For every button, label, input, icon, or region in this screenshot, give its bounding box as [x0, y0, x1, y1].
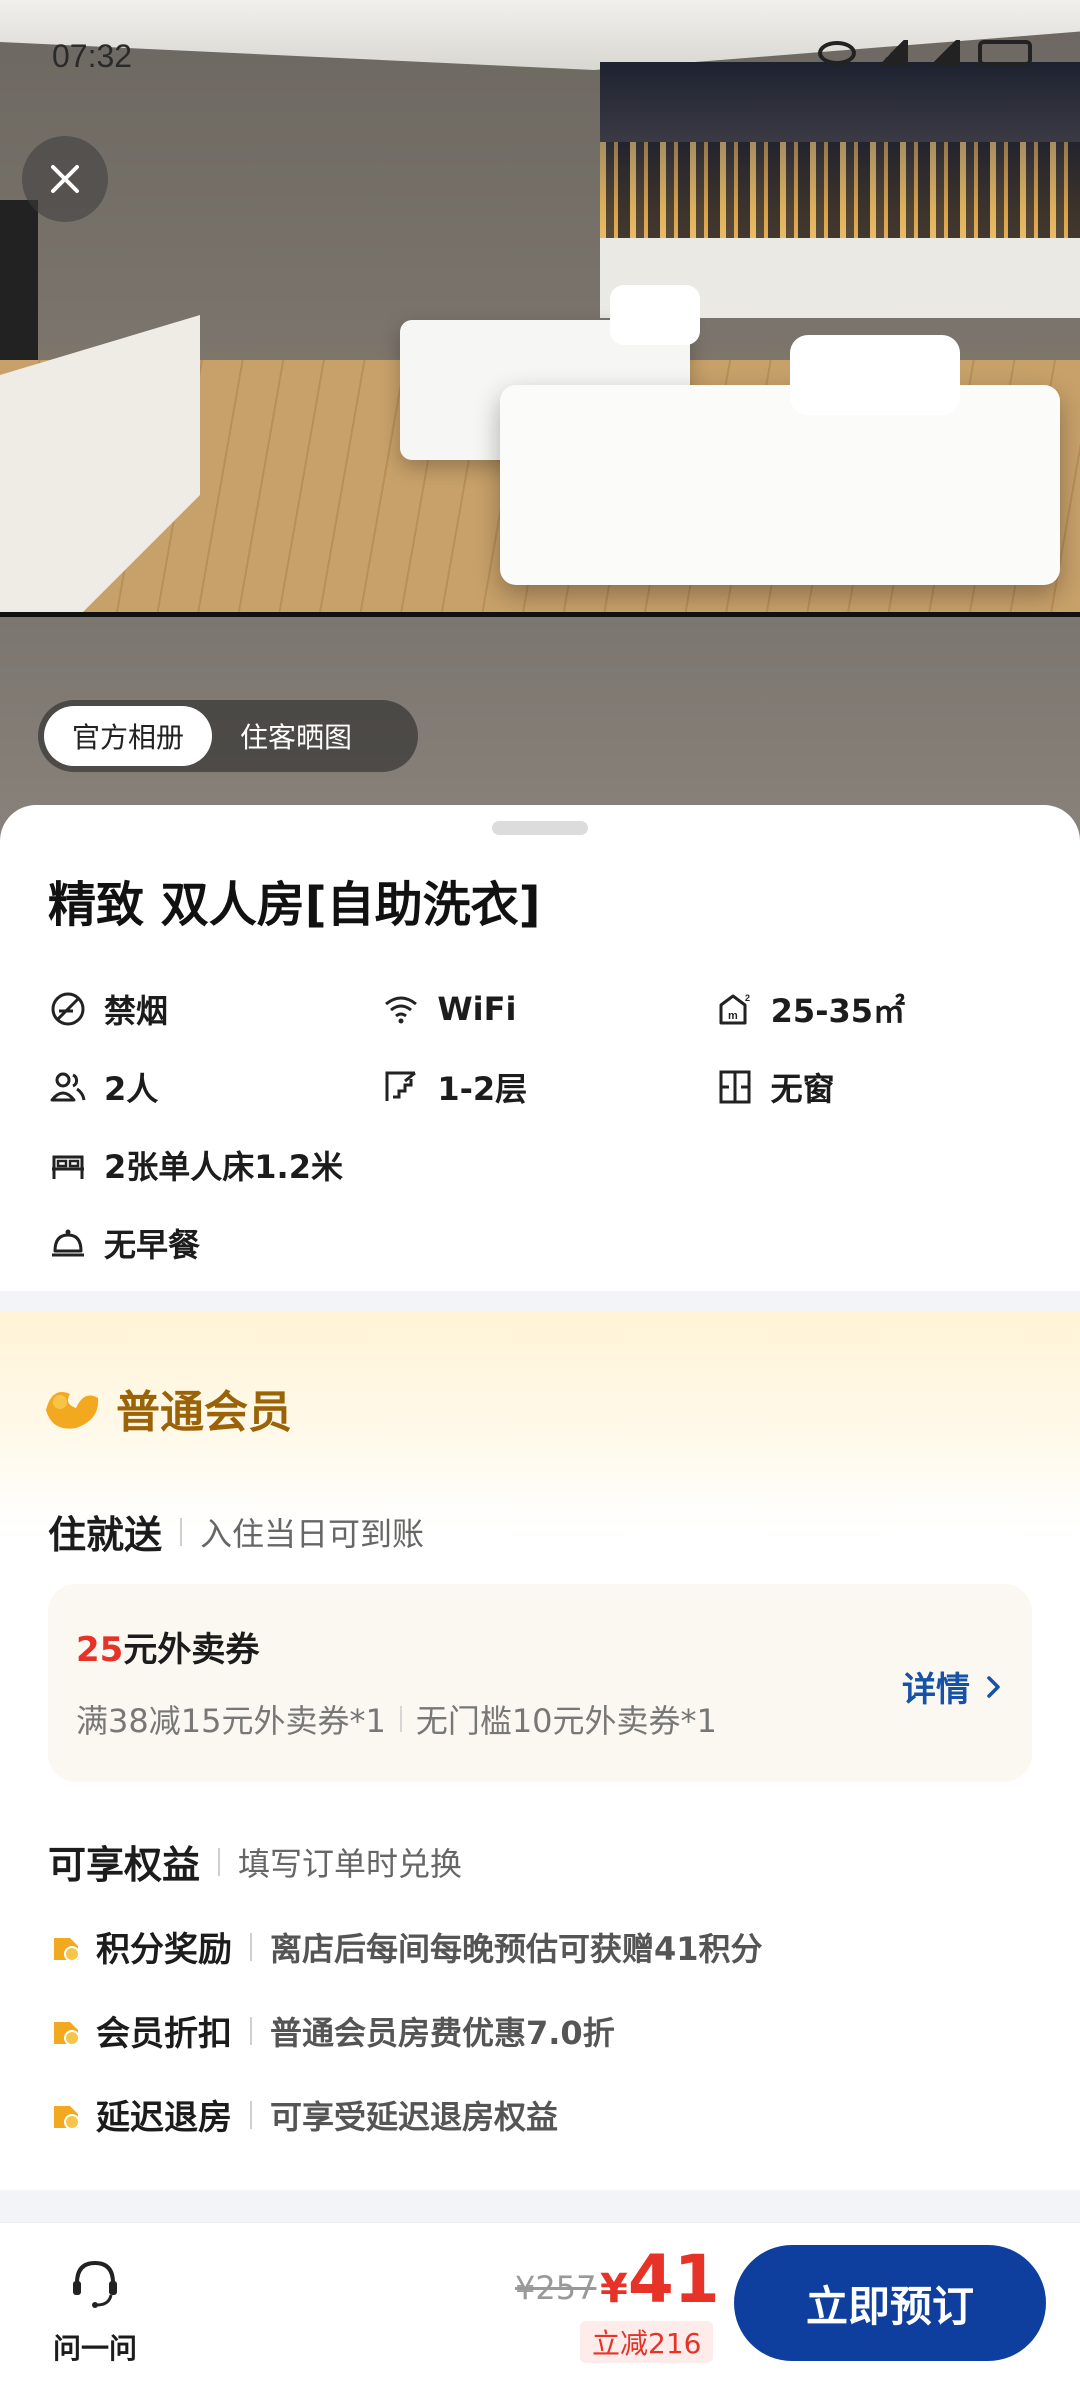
wifi-icon — [385, 996, 418, 1024]
coupon-card[interactable]: 25元外卖券 满38减15元外卖券*1 无门槛10元外卖券*1 详情 — [48, 1584, 1032, 1782]
photo-city-mural — [600, 62, 1080, 262]
svg-text:2: 2 — [745, 993, 750, 1003]
facility-item: 无窗 — [715, 1064, 1048, 1110]
facility-item: 1-2层 — [381, 1064, 714, 1110]
customer-service-icon — [73, 2260, 117, 2308]
divider — [250, 2100, 252, 2129]
member-logo-icon — [46, 1392, 99, 1429]
benefit-item: 会员折扣 普通会员房费优惠7.0折 — [50, 2006, 615, 2055]
stay-gift-header: 住就送 入住当日可到账 — [48, 1504, 424, 1559]
bottom-booking-bar: 问一问 ¥257 ¥41 立减216 立即预订 — [0, 2222, 1080, 2388]
facility-label: 禁烟 — [104, 992, 169, 1030]
facility-label: 无早餐 — [104, 1226, 201, 1264]
photo-pillow-right — [790, 335, 960, 415]
divider — [399, 1706, 402, 1732]
divider — [180, 1517, 183, 1546]
battery-icon — [978, 40, 1032, 66]
original-price: ¥257 — [515, 2269, 597, 2307]
current-price: ¥41 — [600, 2241, 720, 2318]
benefits-heading: 可享权益 — [48, 1843, 201, 1887]
coupon-title-suffix: 元外卖券 — [123, 1630, 260, 1670]
status-time: 07:32 — [52, 38, 133, 74]
room-info-sheet: 精致 双人房[自助洗衣] 禁烟 WiFi m2 25-35㎡ 2人 1-2层 无… — [0, 805, 1080, 1291]
eye-icon — [818, 41, 856, 65]
chevron-right-icon — [987, 1675, 1000, 1698]
benefit-desc: 普通会员房费优惠7.0折 — [270, 2013, 615, 2052]
benefit-desc: 离店后每间每晚预估可获赠41积分 — [270, 1929, 763, 1968]
facility-label: WiFi — [437, 990, 517, 1028]
ask-button[interactable]: 问一问 — [40, 2253, 150, 2367]
benefit-item: 积分奖励 离店后每间每晚预估可获赠41积分 — [50, 1922, 763, 1971]
price-value: 41 — [627, 2241, 720, 2318]
bed-icon — [52, 1155, 84, 1179]
facility-item: m2 25-35㎡ — [715, 986, 1048, 1032]
no-smoking-icon — [51, 992, 85, 1026]
photo-bed-right — [500, 385, 1060, 585]
coupon-detail-label: 详情 — [902, 1670, 970, 1710]
room-photo-1[interactable] — [0, 0, 1080, 615]
floor-icon — [385, 1071, 417, 1101]
area-icon: m2 — [719, 993, 750, 1025]
coupon-item: 满38减15元外卖券*1 — [76, 1702, 386, 1740]
coupon-amount: 25 — [76, 1630, 124, 1670]
window-icon — [719, 1070, 751, 1104]
divider — [250, 1932, 252, 1961]
benefit-item: 延迟退房 可享受延迟退房权益 — [50, 2090, 558, 2139]
facility-label: 25-35㎡ — [770, 992, 906, 1030]
signal-icon — [874, 40, 908, 66]
discount-badge: 立减216 — [580, 2321, 714, 2363]
tab-official-album[interactable]: 官方相册 — [44, 706, 213, 766]
divider — [250, 2016, 252, 2045]
member-header: 普通会员 — [40, 1376, 292, 1440]
facility-item: 无早餐 — [48, 1220, 393, 1266]
photo-pillow-left — [610, 285, 700, 345]
facility-item: 禁烟 — [48, 986, 381, 1032]
tab-guest-photos[interactable]: 住客晒图 — [212, 706, 380, 766]
points-icon — [54, 1937, 80, 1962]
facility-label: 2张单人床1.2米 — [104, 1148, 343, 1186]
photo-tv — [0, 200, 38, 360]
currency-symbol: ¥ — [600, 2266, 628, 2312]
room-photo-gallery[interactable]: 07:32 官方相册 住客晒图 — [0, 0, 1080, 860]
benefit-desc: 可享受延迟退房权益 — [270, 2097, 559, 2136]
coupon-detail-link[interactable]: 详情 — [902, 1662, 1006, 1711]
coupon-items: 满38减15元外卖券*1 无门槛10元外卖券*1 — [76, 1696, 717, 1742]
member-benefits-section: 普通会员 住就送 入住当日可到账 25元外卖券 满38减15元外卖券*1 无门槛… — [0, 1312, 1080, 2190]
facility-label: 1-2层 — [437, 1070, 528, 1108]
benefit-name: 延迟退房 — [96, 2098, 232, 2138]
facility-item: WiFi — [381, 989, 714, 1029]
facility-item: 2人 — [48, 1064, 381, 1110]
close-icon — [51, 165, 79, 193]
close-button[interactable] — [22, 136, 108, 222]
benefits-desc: 填写订单时兑换 — [238, 1844, 463, 1883]
facility-list: 禁烟 WiFi m2 25-35㎡ 2人 1-2层 无窗 2张单人床1.2米 无… — [48, 970, 1048, 1282]
book-now-button[interactable]: 立即预订 — [734, 2245, 1046, 2361]
discount-icon — [54, 2021, 80, 2046]
divider — [218, 1847, 221, 1876]
sheet-drag-handle[interactable] — [492, 821, 588, 835]
stay-gift-desc: 入住当日可到账 — [200, 1514, 425, 1553]
facility-label: 无窗 — [770, 1070, 835, 1108]
breakfast-icon — [52, 1229, 84, 1257]
stay-gift-heading: 住就送 — [48, 1513, 163, 1557]
benefits-header: 可享权益 填写订单时兑换 — [48, 1834, 462, 1889]
benefit-name: 积分奖励 — [96, 1930, 232, 1970]
album-tabs: 官方相册 住客晒图 — [38, 700, 418, 772]
ask-label: 问一问 — [52, 2332, 137, 2365]
facility-item: 2张单人床1.2米 — [48, 1142, 648, 1188]
facility-label: 2人 — [104, 1070, 159, 1108]
people-icon — [50, 1072, 86, 1102]
status-icons — [818, 40, 1032, 66]
late-checkout-icon — [54, 2105, 80, 2130]
coupon-title: 25元外卖券 — [76, 1622, 259, 1671]
benefit-name: 会员折扣 — [96, 2014, 232, 2054]
svg-text:m: m — [728, 1010, 738, 1022]
room-title: 精致 双人房[自助洗衣] — [48, 877, 541, 933]
coupon-item: 无门槛10元外卖券*1 — [415, 1702, 717, 1740]
member-title: 普通会员 — [116, 1387, 292, 1438]
signal-4g-icon — [926, 40, 960, 66]
